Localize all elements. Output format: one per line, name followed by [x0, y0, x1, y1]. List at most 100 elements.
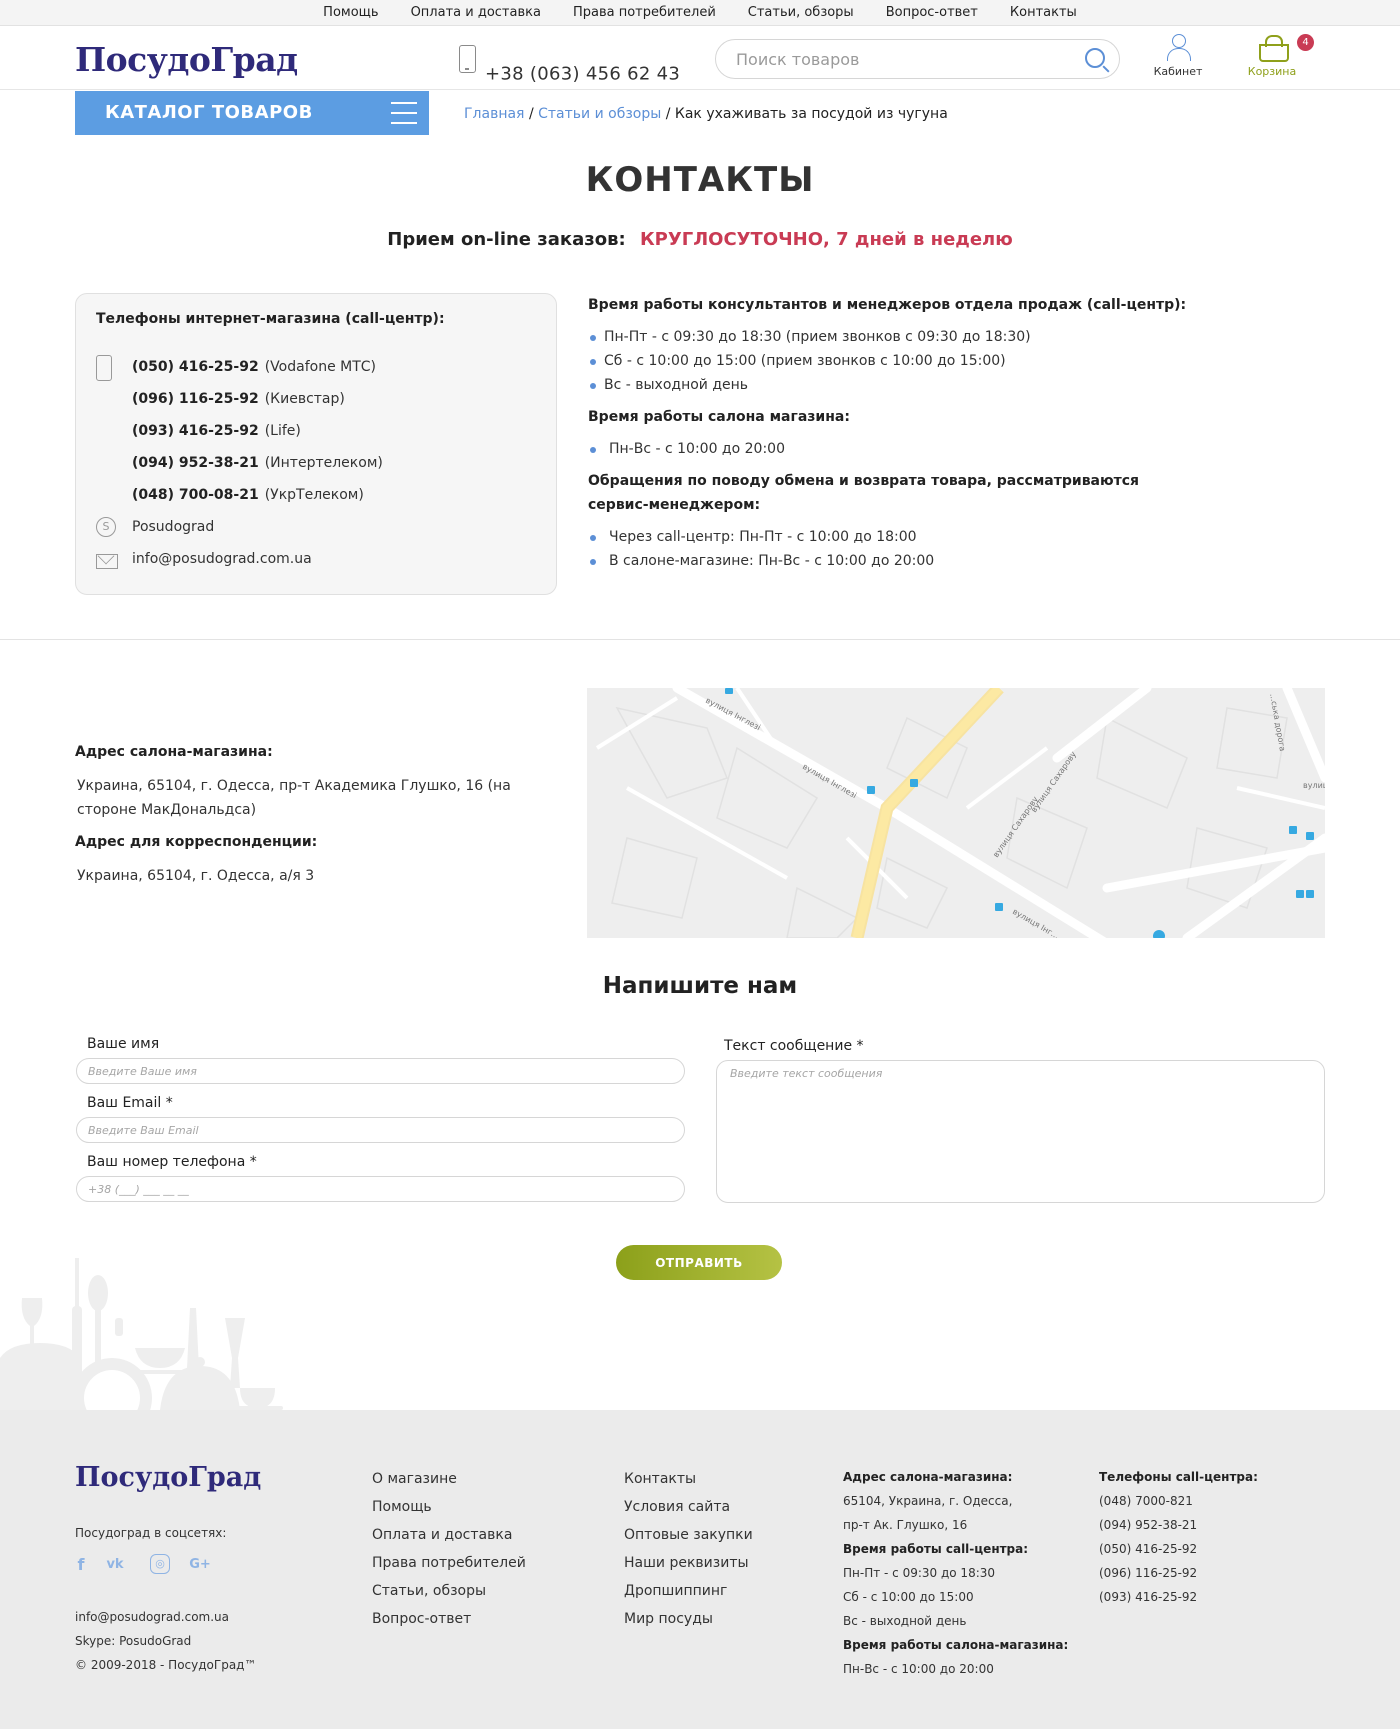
menu-icon — [391, 102, 417, 124]
header-phone-link[interactable]: +38 (063) 456 62 43 — [485, 64, 680, 85]
footer-info-line: Пн-Вс - с 10:00 до 20:00 — [843, 1662, 994, 1676]
search-input[interactable] — [736, 40, 1076, 78]
skype-icon: S — [96, 517, 116, 537]
footer-info-line: Пн-Пт - с 09:30 до 18:30 — [843, 1566, 996, 1580]
map-street-label: вулиц... — [1303, 781, 1325, 790]
breadcrumb-home[interactable]: Главная — [464, 106, 524, 122]
cabinet-button[interactable]: Кабинет — [1148, 34, 1208, 78]
footer-phone[interactable]: (093) 416-25-92 — [1099, 1585, 1258, 1609]
phone-number: (094) 952-38-21 — [132, 455, 259, 471]
topnav-link-contacts[interactable]: Контакты — [1010, 5, 1077, 20]
footer-link[interactable]: Мир посуды — [624, 1605, 753, 1633]
footer-link[interactable]: Наши реквизиты — [624, 1549, 753, 1577]
name-field — [76, 1058, 685, 1084]
phone-row[interactable]: (096) 116-25-92 (Киевстар) — [132, 391, 345, 407]
footer-phone[interactable]: (094) 952-38-21 — [1099, 1513, 1258, 1537]
footer-phone[interactable]: (096) 116-25-92 — [1099, 1561, 1258, 1585]
breadcrumb-separator: / — [528, 106, 534, 122]
email-link[interactable]: info@posudograd.com.ua — [132, 551, 312, 567]
topnav-link-faq[interactable]: Вопрос-ответ — [886, 5, 978, 20]
footer-link[interactable]: Контакты — [624, 1465, 753, 1493]
address-block: Адрес салона-магазина: Украина, 65104, г… — [75, 744, 535, 900]
topnav-link-consumer-rights[interactable]: Права потребителей — [573, 5, 716, 20]
footer-logo[interactable]: ПосудоГрад — [75, 1462, 261, 1493]
submit-button[interactable]: ОТПРАВИТЬ — [616, 1245, 782, 1280]
phone-row[interactable]: (094) 952-38-21 (Интертелеком) — [132, 455, 383, 471]
footer-link[interactable]: Условия сайта — [624, 1493, 753, 1521]
footer-email[interactable]: info@posudograd.com.ua — [75, 1610, 229, 1624]
footer-link[interactable]: Оптовые закупки — [624, 1521, 753, 1549]
phone-operator: (Vodafone МТС) — [264, 359, 377, 375]
phone-label: Ваш номер телефона * — [87, 1154, 257, 1170]
footer-link[interactable]: Права потребителей — [372, 1549, 526, 1577]
cart-label: Корзина — [1247, 65, 1297, 78]
footer-info-line: 65104, Украина, г. Одесса, — [843, 1494, 1013, 1508]
breadcrumb-articles[interactable]: Статьи и обзоры — [538, 106, 661, 122]
footer-link[interactable]: Оплата и доставка — [372, 1521, 526, 1549]
footer-links-column: О магазине Помощь Оплата и доставка Прав… — [372, 1465, 526, 1633]
working-hours: Время работы консультантов и менеджеров … — [588, 293, 1188, 581]
list-item: Через call-центр: Пн-Пт - с 10:00 до 18:… — [588, 525, 1188, 549]
phone-number: (050) 416-25-92 — [132, 359, 259, 375]
catalog-label: КАТАЛОГ ТОВАРОВ — [105, 102, 313, 123]
topnav-link-help[interactable]: Помощь — [323, 5, 378, 20]
topnav-link-articles[interactable]: Статьи, обзоры — [748, 5, 854, 20]
footer-link[interactable]: О магазине — [372, 1465, 526, 1493]
mail-address-title: Адрес для корреспонденции: — [75, 834, 318, 850]
footer-skype[interactable]: Skype: PosudoGrad — [75, 1634, 191, 1648]
top-navigation: Помощь Оплата и доставка Права потребите… — [0, 0, 1400, 26]
phone-input[interactable] — [88, 1177, 665, 1201]
site-logo[interactable]: ПосудоГрад — [75, 40, 298, 79]
site-header: ПосудоГрад +38 (063) 456 62 43 Кабинет К… — [0, 26, 1400, 90]
online-orders-line: Прием on-line заказов: КРУГЛОСУТОЧНО, 7 … — [0, 229, 1400, 250]
phone-row[interactable]: (050) 416-25-92 (Vodafone МТС) — [132, 359, 376, 375]
footer-phone[interactable]: (048) 7000-821 — [1099, 1489, 1258, 1513]
returns-title: Обращения по поводу обмена и возврата то… — [588, 473, 1140, 513]
mobile-phone-icon — [459, 45, 476, 73]
user-icon — [1166, 34, 1191, 61]
footer-link[interactable]: Вопрос-ответ — [372, 1605, 526, 1633]
footer-link[interactable]: Статьи, обзоры — [372, 1577, 526, 1605]
footer-link[interactable]: Дропшиппинг — [624, 1577, 753, 1605]
message-label: Текст сообщение * — [724, 1038, 864, 1054]
tableware-decoration — [0, 1258, 283, 1410]
site-footer: ПосудоГрад Посудоград в соцсетях: f vk ◎… — [0, 1410, 1400, 1729]
topnav-link-payment-delivery[interactable]: Оплата и доставка — [411, 5, 541, 20]
footer-phones-column: Телефоны call-центра: (048) 7000-821 (09… — [1099, 1465, 1258, 1609]
phone-number: (096) 116-25-92 — [132, 391, 259, 407]
message-textarea[interactable] — [730, 1067, 1320, 1197]
vk-icon[interactable]: vk — [104, 1554, 126, 1576]
breadcrumb-separator: / — [665, 106, 671, 122]
phone-operator: (УкрТелеком) — [264, 487, 364, 503]
mail-address: Украина, 65104, г. Одесса, а/я 3 — [77, 868, 315, 884]
map-street-label: ...ська дорога — [1268, 693, 1287, 752]
basket-icon — [1257, 34, 1289, 62]
footer-links-column: Контакты Условия сайта Оптовые закупки Н… — [624, 1465, 753, 1633]
facebook-icon[interactable]: f — [70, 1554, 92, 1576]
footer-info-title: Время работы call-центра: — [843, 1542, 1029, 1556]
phone-row[interactable]: (048) 700-08-21 (УкрТелеком) — [132, 487, 364, 503]
email-input[interactable] — [88, 1118, 665, 1142]
google-plus-icon[interactable]: G+ — [189, 1554, 211, 1576]
name-input[interactable] — [88, 1059, 665, 1083]
catalog-button[interactable]: КАТАЛОГ ТОВАРОВ — [75, 91, 429, 135]
footer-info-line: пр-т Ак. Глушко, 16 — [843, 1518, 968, 1532]
search-icon[interactable] — [1085, 48, 1105, 68]
list-item: В салоне-магазине: Пн-Вс - с 10:00 до 20… — [588, 549, 1188, 573]
phones-panel: Телефоны интернет-магазина (call-центр):… — [75, 293, 557, 595]
footer-link[interactable]: Помощь — [372, 1493, 526, 1521]
location-map[interactable]: вулиця Інглезі вулиця Інглезі вулиця Сах… — [587, 688, 1325, 938]
footer-info-title: Время работы салона-магазина: — [843, 1638, 1069, 1652]
phone-row[interactable]: (093) 416-25-92 (Life) — [132, 423, 301, 439]
list-item: Пн-Пт - с 09:30 до 18:30 (прием звонков … — [588, 325, 1188, 349]
skype-link[interactable]: Posudograd — [132, 519, 214, 535]
phone-operator: (Интертелеком) — [264, 455, 383, 471]
phone-number: (093) 416-25-92 — [132, 423, 259, 439]
phone-operator: (Киевстар) — [264, 391, 345, 407]
footer-phone[interactable]: (050) 416-25-92 — [1099, 1537, 1258, 1561]
search-box — [715, 39, 1120, 79]
instagram-icon[interactable]: ◎ — [150, 1554, 170, 1574]
phone-operator: (Life) — [264, 423, 301, 439]
cart-button[interactable]: Корзина — [1240, 34, 1304, 78]
footer-info-line: Сб - с 10:00 до 15:00 — [843, 1590, 974, 1604]
